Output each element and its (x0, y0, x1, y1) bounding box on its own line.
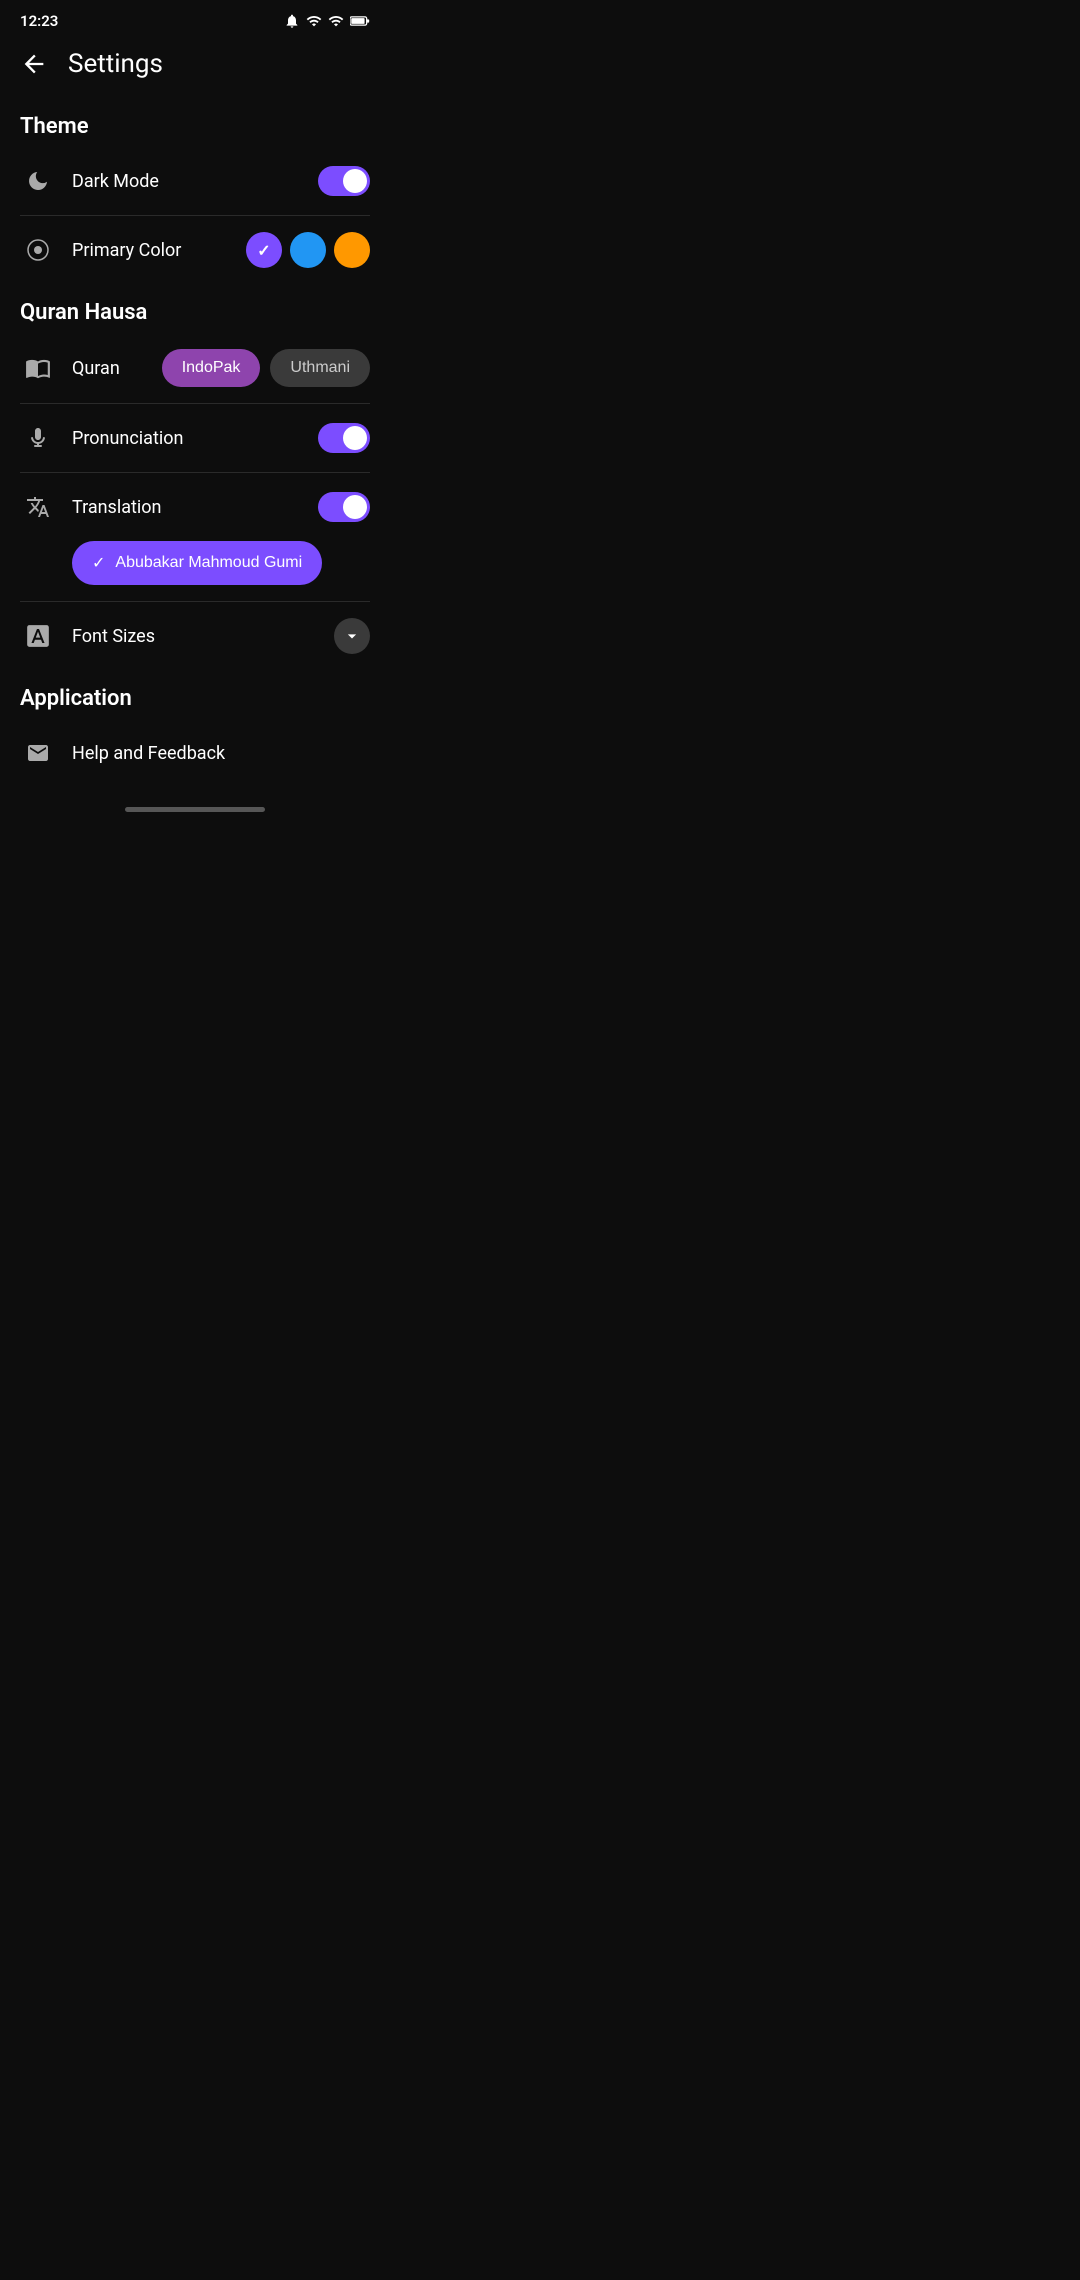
color-swatches (246, 232, 370, 268)
translation-selected-label: Abubakar Mahmoud Gumi (115, 554, 302, 572)
application-section: Application Help and Feedback (0, 670, 390, 787)
quran-hausa-section-label: Quran Hausa (0, 284, 390, 333)
pronunciation-toggle[interactable] (318, 423, 370, 453)
primary-color-icon (20, 232, 56, 268)
font-sizes-row[interactable]: Font Sizes (0, 602, 390, 670)
notification-icon (284, 13, 300, 29)
quran-label: Quran (72, 358, 146, 379)
check-icon: ✓ (92, 553, 105, 573)
dark-mode-slider (318, 166, 370, 196)
pronunciation-icon (20, 420, 56, 456)
help-feedback-label: Help and Feedback (72, 743, 370, 764)
pronunciation-slider (318, 423, 370, 453)
dark-mode-row[interactable]: Dark Mode (0, 147, 390, 215)
wifi-icon (328, 13, 344, 29)
translation-label: Translation (72, 497, 302, 518)
quran-row: Quran IndoPak Uthmani (0, 333, 390, 403)
color-swatch-purple[interactable] (246, 232, 282, 268)
primary-color-row[interactable]: Primary Color (0, 216, 390, 284)
back-button[interactable] (16, 46, 52, 82)
translation-slider (318, 492, 370, 522)
status-bar: 12:23 (0, 0, 390, 38)
status-time: 12:23 (20, 12, 58, 30)
uthmani-button[interactable]: Uthmani (270, 349, 370, 387)
color-swatch-orange[interactable] (334, 232, 370, 268)
pronunciation-row[interactable]: Pronunciation (0, 404, 390, 472)
font-sizes-dropdown-icon[interactable] (334, 618, 370, 654)
translation-selected-button[interactable]: ✓ Abubakar Mahmoud Gumi (72, 541, 322, 585)
signal-icon (306, 13, 322, 29)
battery-icon (350, 13, 370, 29)
quran-hausa-section: Quran Hausa Quran IndoPak Uthmani Pronun… (0, 284, 390, 670)
font-sizes-label: Font Sizes (72, 626, 318, 647)
translation-row[interactable]: Translation (0, 473, 390, 541)
translation-toggle[interactable] (318, 492, 370, 522)
home-indicator (125, 807, 265, 812)
application-section-label: Application (0, 670, 390, 719)
font-sizes-icon (20, 618, 56, 654)
page-title: Settings (68, 49, 163, 79)
quran-buttons: IndoPak Uthmani (162, 349, 370, 387)
pronunciation-label: Pronunciation (72, 428, 302, 449)
dark-mode-label: Dark Mode (72, 171, 302, 192)
help-feedback-row[interactable]: Help and Feedback (0, 719, 390, 787)
dark-mode-toggle[interactable] (318, 166, 370, 196)
quran-icon (20, 350, 56, 386)
theme-section: Theme Dark Mode Primary Color (0, 98, 390, 284)
translation-icon (20, 489, 56, 525)
theme-section-label: Theme (0, 98, 390, 147)
indopak-button[interactable]: IndoPak (162, 349, 261, 387)
color-swatch-blue[interactable] (290, 232, 326, 268)
primary-color-label: Primary Color (72, 240, 230, 261)
help-feedback-icon (20, 735, 56, 771)
dark-mode-icon (20, 163, 56, 199)
status-icons (284, 13, 370, 29)
settings-header: Settings (0, 38, 390, 98)
